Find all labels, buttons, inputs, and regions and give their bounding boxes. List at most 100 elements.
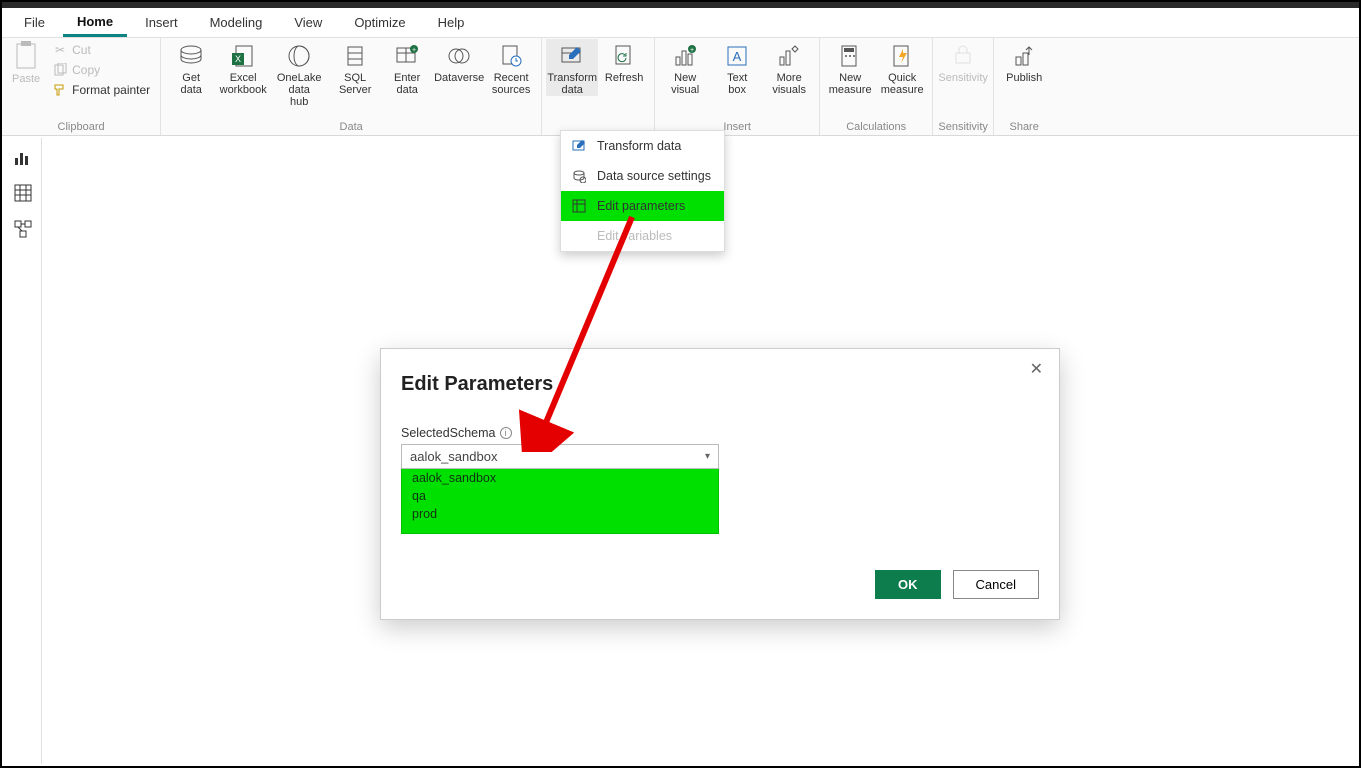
publish-label: Publish bbox=[1006, 72, 1042, 96]
model-view-icon[interactable] bbox=[12, 218, 34, 240]
svg-text:X: X bbox=[235, 54, 241, 64]
format-painter-label: Format painter bbox=[72, 83, 150, 97]
schema-option-1[interactable]: qa bbox=[402, 487, 718, 505]
cancel-button[interactable]: Cancel bbox=[953, 570, 1039, 599]
tab-optimize[interactable]: Optimize bbox=[340, 10, 419, 35]
dropdown-data-source-settings[interactable]: Data source settings bbox=[561, 161, 724, 191]
left-view-rail bbox=[4, 138, 42, 764]
more-visuals-button[interactable]: More visuals bbox=[763, 39, 815, 96]
group-label-share: Share bbox=[998, 119, 1050, 135]
edit-parameters-icon bbox=[571, 198, 587, 214]
ribbon-group-data: Get data X Excel workbook OneLake data h… bbox=[161, 38, 542, 135]
ribbon-group-clipboard: Paste ✂ Cut Copy Format painter bbox=[2, 38, 161, 135]
dropdown-edit-parameters-label: Edit parameters bbox=[597, 199, 685, 213]
ok-button[interactable]: OK bbox=[875, 570, 941, 599]
schema-option-2[interactable]: prod bbox=[402, 505, 718, 523]
tab-file[interactable]: File bbox=[10, 10, 59, 35]
paste-label: Paste bbox=[12, 73, 40, 85]
group-label-sensitivity: Sensitivity bbox=[937, 119, 989, 135]
format-painter-button[interactable]: Format painter bbox=[50, 81, 152, 99]
new-visual-button[interactable]: + New visual bbox=[659, 39, 711, 96]
schema-selected-value: aalok_sandbox bbox=[410, 449, 497, 464]
svg-text:+: + bbox=[690, 47, 694, 54]
sensitivity-icon bbox=[949, 42, 977, 70]
new-measure-label: New measure bbox=[829, 72, 872, 96]
get-data-button[interactable]: Get data bbox=[165, 39, 217, 96]
edit-variables-icon bbox=[571, 228, 587, 244]
enter-data-icon: + bbox=[393, 42, 421, 70]
dataverse-label: Dataverse bbox=[434, 72, 484, 96]
refresh-label: Refresh bbox=[605, 72, 644, 96]
parameter-field-label: SelectedSchema i bbox=[401, 426, 1039, 440]
close-icon: ✕ bbox=[1030, 361, 1043, 378]
text-box-button[interactable]: A Text box bbox=[711, 39, 763, 96]
sensitivity-button: Sensitivity bbox=[937, 39, 989, 96]
format-painter-icon bbox=[52, 82, 68, 98]
quick-measure-icon bbox=[888, 42, 916, 70]
sql-server-button[interactable]: SQL Server bbox=[329, 39, 381, 96]
excel-icon: X bbox=[229, 42, 257, 70]
excel-workbook-button[interactable]: X Excel workbook bbox=[217, 39, 269, 96]
schema-options-list: aalok_sandbox qa prod bbox=[401, 469, 719, 534]
dropdown-transform-data[interactable]: Transform data bbox=[561, 131, 724, 161]
cut-icon: ✂ bbox=[52, 42, 68, 58]
data-view-icon[interactable] bbox=[12, 182, 34, 204]
dialog-close-button[interactable]: ✕ bbox=[1024, 357, 1049, 381]
transform-data-dropdown: Transform data Data source settings Edit… bbox=[560, 130, 725, 252]
tab-view[interactable]: View bbox=[280, 10, 336, 35]
tab-modeling[interactable]: Modeling bbox=[196, 10, 277, 35]
report-view-icon[interactable] bbox=[12, 146, 34, 168]
paste-button: Paste bbox=[6, 39, 46, 87]
recent-icon bbox=[497, 42, 525, 70]
onelake-label: OneLake data hub bbox=[271, 72, 327, 108]
onelake-button[interactable]: OneLake data hub bbox=[269, 39, 329, 108]
transform-data-button[interactable]: Transform data bbox=[546, 39, 598, 96]
dataverse-button[interactable]: Dataverse bbox=[433, 39, 485, 96]
new-visual-icon: + bbox=[671, 42, 699, 70]
svg-text:A: A bbox=[733, 49, 742, 64]
publish-button[interactable]: Publish bbox=[998, 39, 1050, 96]
new-measure-button[interactable]: New measure bbox=[824, 39, 876, 96]
info-icon[interactable]: i bbox=[500, 427, 512, 439]
group-label-calculations: Calculations bbox=[824, 119, 928, 135]
dropdown-data-source-label: Data source settings bbox=[597, 169, 711, 183]
enter-data-label: Enter data bbox=[394, 72, 420, 96]
dropdown-transform-data-label: Transform data bbox=[597, 139, 681, 153]
group-label-clipboard: Clipboard bbox=[6, 119, 156, 135]
more-visuals-label: More visuals bbox=[772, 72, 806, 96]
schema-option-0[interactable]: aalok_sandbox bbox=[402, 469, 718, 487]
ribbon-group-share: Publish Share bbox=[994, 38, 1054, 135]
new-visual-label: New visual bbox=[671, 72, 699, 96]
ribbon-group-insert: + New visual A Text box More visuals Ins… bbox=[655, 38, 820, 135]
transform-data-small-icon bbox=[571, 138, 587, 154]
ribbon-group-queries: Transform data Refresh Queries bbox=[542, 38, 655, 135]
menu-bar: File Home Insert Modeling View Optimize … bbox=[2, 8, 1359, 38]
ribbon-group-calculations: New measure Quick measure Calculations bbox=[820, 38, 933, 135]
get-data-label: Get data bbox=[180, 72, 201, 96]
schema-combobox[interactable]: aalok_sandbox ▾ bbox=[401, 444, 719, 469]
data-source-icon bbox=[571, 168, 587, 184]
ribbon: Paste ✂ Cut Copy Format painter bbox=[2, 38, 1359, 136]
tab-insert[interactable]: Insert bbox=[131, 10, 192, 35]
recent-label: Recent sources bbox=[492, 72, 531, 96]
group-label-data: Data bbox=[165, 119, 537, 135]
get-data-icon bbox=[177, 42, 205, 70]
paste-icon bbox=[13, 41, 39, 71]
chevron-down-icon: ▾ bbox=[705, 451, 710, 462]
tab-home[interactable]: Home bbox=[63, 9, 127, 37]
cut-label: Cut bbox=[72, 43, 91, 57]
recent-sources-button[interactable]: Recent sources bbox=[485, 39, 537, 96]
dropdown-edit-parameters[interactable]: Edit parameters bbox=[561, 191, 724, 221]
onelake-icon bbox=[285, 42, 313, 70]
quick-measure-button[interactable]: Quick measure bbox=[876, 39, 928, 96]
enter-data-button[interactable]: + Enter data bbox=[381, 39, 433, 96]
sql-icon bbox=[341, 42, 369, 70]
copy-button: Copy bbox=[50, 61, 152, 79]
quick-measure-label: Quick measure bbox=[881, 72, 924, 96]
more-visuals-icon bbox=[775, 42, 803, 70]
sensitivity-label: Sensitivity bbox=[938, 72, 988, 96]
new-measure-icon bbox=[836, 42, 864, 70]
copy-label: Copy bbox=[72, 63, 100, 77]
refresh-button[interactable]: Refresh bbox=[598, 39, 650, 96]
tab-help[interactable]: Help bbox=[424, 10, 479, 35]
